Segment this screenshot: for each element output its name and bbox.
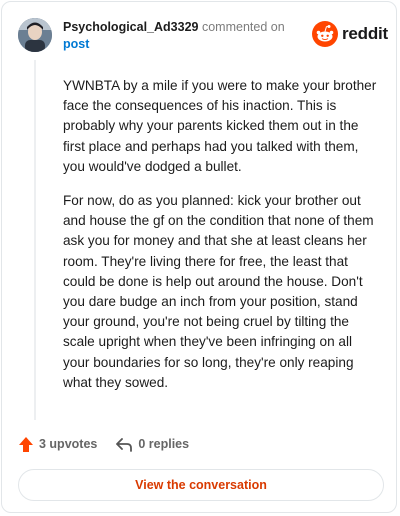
reply-count: 0 replies xyxy=(138,437,190,451)
upvote-button[interactable]: 3 upvotes xyxy=(18,436,97,453)
action-text: commented on xyxy=(201,20,285,34)
reddit-snoo-icon xyxy=(312,21,338,47)
reddit-logo[interactable]: reddit xyxy=(312,21,388,47)
avatar-image xyxy=(18,18,52,52)
comment-paragraph: For now, do as you planned: kick your br… xyxy=(63,193,374,390)
comment-body: YWNBTA by a mile if you were to make you… xyxy=(63,76,381,407)
comment-header: Psychological_Ad3329 commented on post xyxy=(63,19,303,53)
comment-card: Psychological_Ad3329 commented on post r… xyxy=(1,1,397,513)
upvote-count: 3 upvotes xyxy=(39,437,98,451)
reply-button[interactable]: 0 replies xyxy=(115,437,189,452)
view-conversation-button[interactable]: View the conversation xyxy=(18,469,384,501)
post-link[interactable]: post xyxy=(63,37,89,51)
avatar[interactable] xyxy=(18,18,52,52)
reply-arrow-icon xyxy=(116,437,133,452)
thread-line xyxy=(34,60,36,420)
username-link[interactable]: Psychological_Ad3329 xyxy=(63,20,198,34)
comment-actions: 3 upvotes 0 replies xyxy=(18,434,189,454)
upvote-arrow-icon xyxy=(19,436,33,452)
reddit-wordmark: reddit xyxy=(342,24,389,43)
comment-paragraph: YWNBTA by a mile if you were to make you… xyxy=(63,78,377,174)
